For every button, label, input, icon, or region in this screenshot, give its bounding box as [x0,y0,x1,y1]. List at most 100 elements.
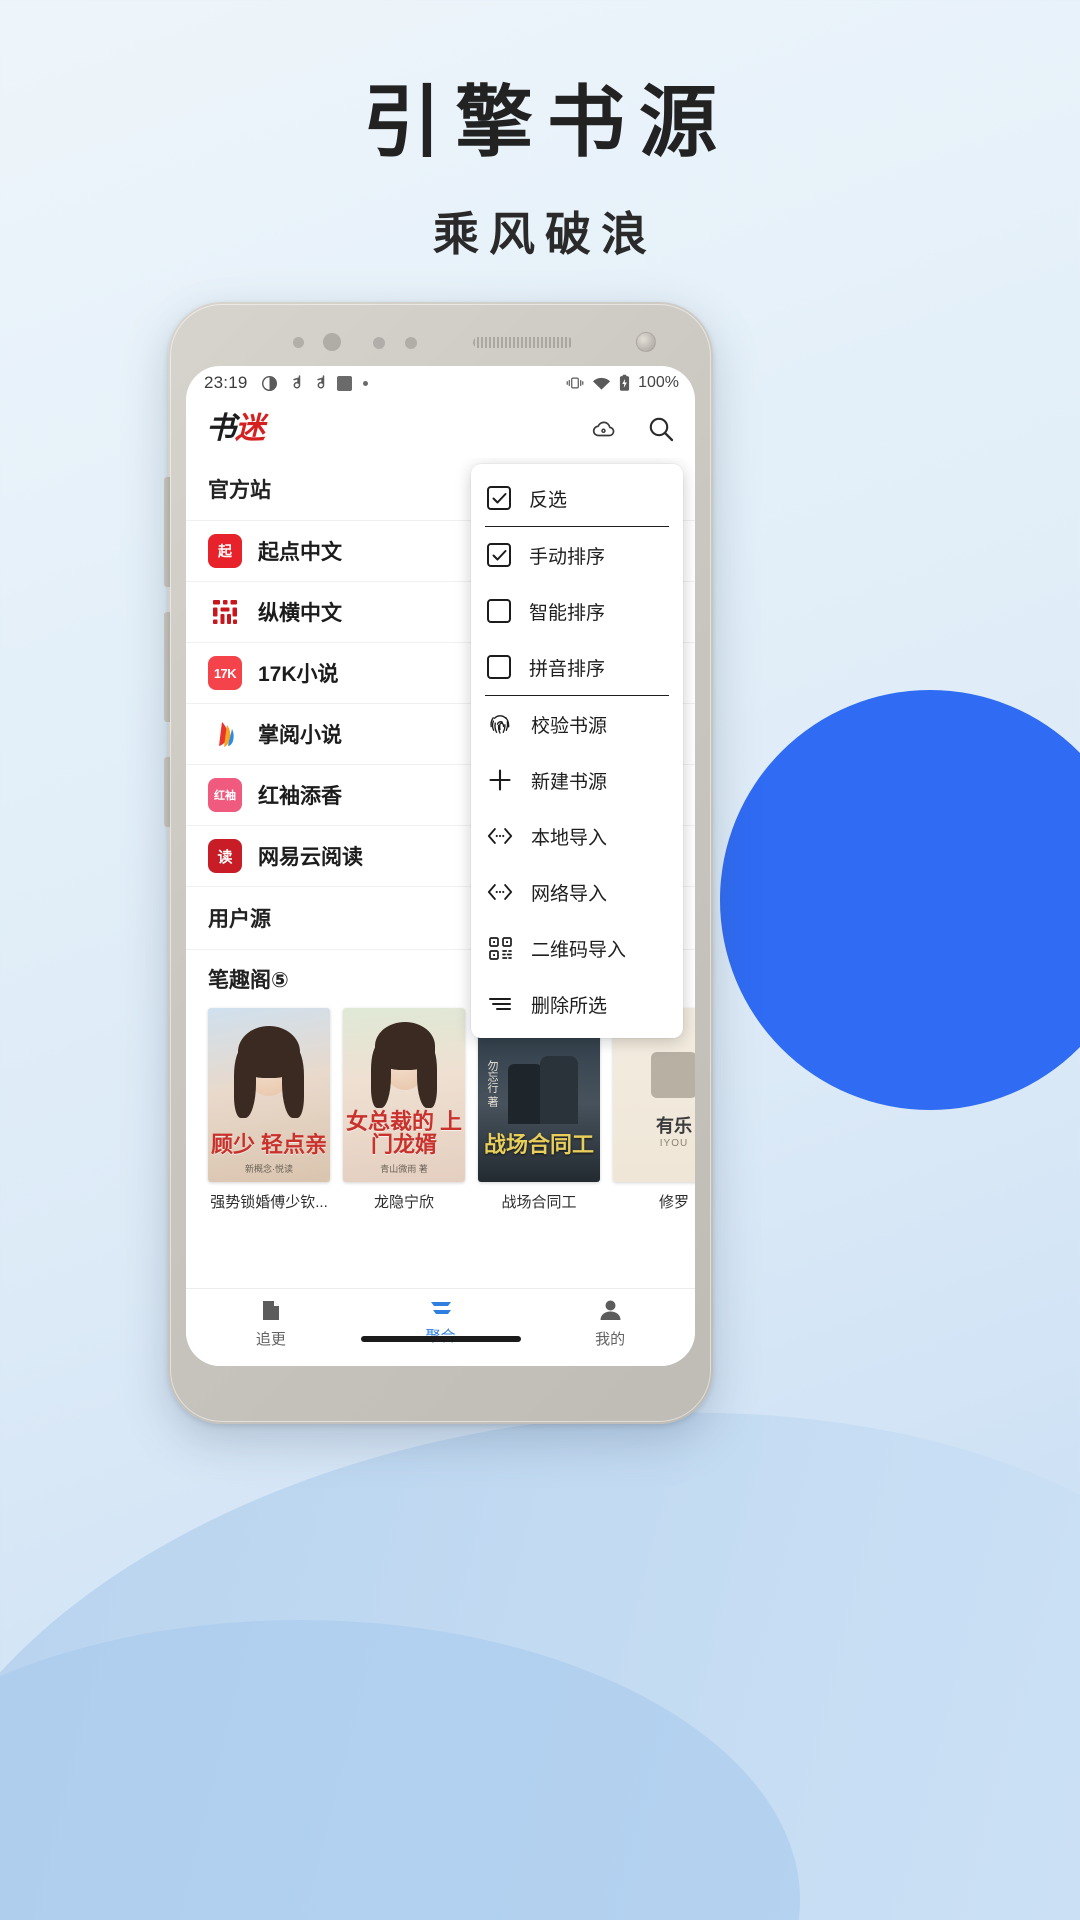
phone-mockup: 23:19 100% 书迷 官方站 起 起点中文 纵横中文 17K 17K小说 … [164,302,713,1424]
code-brackets-icon [487,881,513,903]
book-cover-text: 女总裁的 上门龙婿 [345,1108,463,1157]
book-cover-subtext: IYOU [659,1138,689,1149]
book-cover-logo [651,1052,695,1098]
sensor-icon [373,337,385,349]
menu-item-label: 新建书源 [531,771,608,793]
checkbox-unchecked-icon[interactable] [487,599,511,623]
menu-item-new-source[interactable]: 新建书源 [471,752,683,808]
checkbox-unchecked-icon[interactable] [487,655,511,679]
source-name: 掌阅小说 [258,724,342,747]
overflow-menu: 反选 手动排序 智能排序 拼音排序 校验书源 新建书源 本地导入 网络导入 二维… [471,464,683,1038]
plus-icon [487,767,513,793]
source-name: 红袖添香 [258,785,342,808]
battery-percent: 100% [638,374,679,391]
book-item[interactable]: 女总裁的 上门龙婿 青山微雨 著 龙隐宁欣 [343,1008,465,1212]
stack-icon [428,1298,454,1320]
bookmark-icon [258,1298,283,1323]
book-title: 战场合同工 [501,1194,577,1211]
person-icon [598,1298,623,1323]
menu-item-label: 校验书源 [531,715,608,737]
book-cover-text: 有乐 [656,1116,692,1136]
book-title: 修罗 [658,1194,689,1211]
source-name: 纵横中文 [258,602,342,625]
nav-item-zhuigeng[interactable]: 追更 [186,1298,356,1349]
phone-top-bezel [168,302,713,370]
front-sensor-icon [323,333,341,351]
book-item[interactable]: 创世中文网 勿忘行 著 战场合同工 战场合同工 [478,1008,600,1212]
earpiece-speaker [473,337,573,348]
search-icon[interactable] [647,415,675,443]
menu-item-pinyin-sort[interactable]: 拼音排序 [471,639,683,695]
seventeenk-icon: 17K [208,656,242,690]
checkbox-checked-icon[interactable] [487,486,511,510]
menu-item-invert-selection[interactable]: 反选 [471,470,683,526]
menu-item-label: 二维码导入 [531,939,627,961]
page-subtitle: 乘风破浪 [433,207,657,260]
zongheng-icon [208,595,242,629]
menu-item-qrcode-import[interactable]: 二维码导入 [471,920,683,976]
menu-item-label: 智能排序 [529,602,606,624]
book-cover-side-text: 勿忘行 著 [486,1060,498,1108]
netease-icon: 读 [208,839,242,873]
menu-item-label: 删除所选 [531,995,608,1017]
status-right-icons: 100% [566,374,679,392]
sensor-icon [405,337,417,349]
menu-item-delete-selected[interactable]: 删除所选 [471,976,683,1032]
zhangyue-icon [208,717,242,751]
front-camera-icon [636,332,656,352]
menu-item-label: 网络导入 [531,883,608,905]
menu-item-smart-sort[interactable]: 智能排序 [471,583,683,639]
vibrate-icon [566,376,584,390]
book-item[interactable]: 有乐 IYOU 修罗 [613,1008,695,1212]
home-indicator[interactable] [360,1336,521,1342]
music-note-icon [289,375,302,391]
nav-item-label: 追更 [255,1331,286,1348]
qidian-icon: 起 [208,534,242,568]
hongxiu-icon: 红袖 [208,778,242,812]
menu-item-label: 手动排序 [529,546,606,568]
background-shape-blue-circle [720,690,1080,1110]
menu-item-label: 拼音排序 [529,658,606,680]
menu-item-local-import[interactable]: 本地导入 [471,808,683,864]
status-left-icons [261,375,368,392]
menu-item-label: 本地导入 [531,827,608,849]
battery-charging-icon [619,374,630,392]
volume-up-button[interactable] [164,477,170,587]
volume-down-button[interactable] [164,612,170,722]
app-logo-char1: 书 [206,412,236,445]
dot-icon [362,380,368,386]
sensor-icon [293,337,304,348]
source-name: 17K小说 [258,663,339,686]
music-note-icon [313,375,326,391]
app-bar: 书迷 [186,400,695,458]
book-cover-text: 顾少 轻点亲 [210,1131,328,1157]
fingerprint-icon [487,711,513,737]
book-cover-footer: 青山微雨 著 [380,1164,428,1174]
page-title: 引擎书源 [362,78,731,166]
cloud-sync-icon[interactable] [591,416,617,442]
menu-item-manual-sort[interactable]: 手动排序 [471,527,683,583]
phone-screen: 23:19 100% 书迷 官方站 起 起点中文 纵横中文 17K 17K小说 … [186,366,695,1366]
menu-item-verify-sources[interactable]: 校验书源 [471,696,683,752]
qr-code-icon [487,936,513,961]
source-name: 起点中文 [258,541,342,564]
book-title: 龙隐宁欣 [373,1194,434,1211]
status-bar: 23:19 100% [186,366,695,400]
book-cover: 女总裁的 上门龙婿 青山微雨 著 [343,1008,465,1182]
book-cover: 顾少 轻点亲 新概念·悦读 [208,1008,330,1182]
app-logo-char2: 迷 [235,412,265,445]
book-item[interactable]: 顾少 轻点亲 新概念·悦读 强势锁婚傅少钦... [208,1008,330,1212]
checkbox-checked-icon[interactable] [487,543,511,567]
bottom-navigation: 追更 聚合 我的 [186,1288,695,1366]
app-logo: 书迷 [206,412,265,445]
status-time: 23:19 [204,373,248,392]
content-area: 官方站 起 起点中文 纵横中文 17K 17K小说 掌阅小说 红袖 红袖添香 读… [186,458,695,1288]
book-cover-footer: 新概念·悦读 [245,1164,293,1174]
lines-icon [487,994,513,1014]
wifi-icon [592,376,611,391]
nav-item-label: 我的 [595,1331,626,1348]
app-bar-actions [591,415,675,443]
nav-item-wode[interactable]: 我的 [525,1298,695,1349]
power-button[interactable] [164,757,170,827]
menu-item-network-import[interactable]: 网络导入 [471,864,683,920]
